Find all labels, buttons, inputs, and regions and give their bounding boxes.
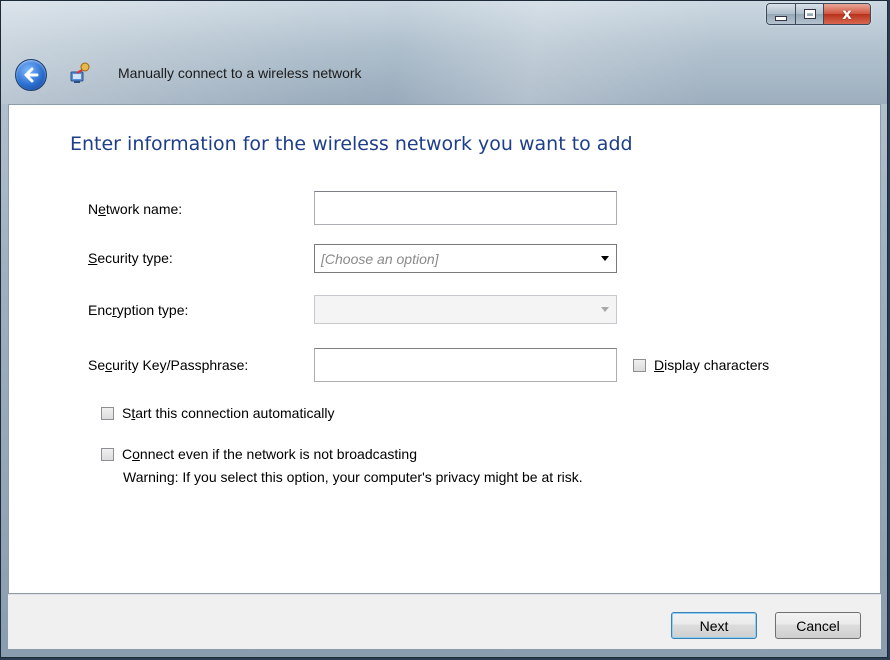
encryption-type-label: Encryption type: bbox=[88, 302, 189, 318]
security-type-select[interactable]: [Choose an option] bbox=[314, 244, 617, 273]
caption-buttons: x bbox=[766, 3, 871, 25]
network-name-label: Network name: bbox=[88, 201, 183, 217]
security-key-input[interactable] bbox=[314, 348, 617, 382]
security-key-label: Security Key/Passphrase: bbox=[88, 357, 249, 373]
title-bar: x Manually connect to a wireless network bbox=[1, 1, 887, 104]
display-characters-label[interactable]: Display characters bbox=[654, 357, 769, 373]
close-icon: x bbox=[842, 4, 852, 23]
start-automatically-label[interactable]: Start this connection automatically bbox=[122, 405, 334, 421]
privacy-warning-text: Warning: If you select this option, your… bbox=[123, 469, 583, 485]
next-button[interactable]: Next bbox=[671, 612, 757, 639]
wizard-footer: Next Cancel bbox=[8, 594, 881, 649]
dropdown-arrow-icon bbox=[594, 307, 616, 312]
back-button[interactable] bbox=[15, 59, 47, 91]
dropdown-arrow-icon bbox=[594, 256, 616, 261]
page-heading: Enter information for the wireless netwo… bbox=[70, 133, 633, 155]
back-arrow-icon bbox=[24, 67, 39, 83]
start-automatically-checkbox[interactable] bbox=[101, 407, 114, 420]
display-characters-checkbox[interactable] bbox=[633, 359, 646, 372]
connect-not-broadcasting-checkbox[interactable] bbox=[101, 448, 114, 461]
maximize-icon bbox=[803, 9, 816, 19]
security-type-value: [Choose an option] bbox=[321, 250, 439, 267]
cancel-button[interactable]: Cancel bbox=[775, 612, 861, 639]
security-type-label: Security type: bbox=[88, 250, 173, 266]
minimize-icon bbox=[775, 15, 787, 21]
encryption-type-select[interactable] bbox=[314, 295, 617, 324]
window-title: Manually connect to a wireless network bbox=[118, 65, 362, 81]
close-button[interactable]: x bbox=[824, 4, 870, 24]
network-name-input[interactable] bbox=[314, 191, 617, 225]
minimize-button[interactable] bbox=[767, 4, 796, 24]
wizard-window: x Manually connect to a wireless network… bbox=[0, 0, 888, 658]
maximize-button[interactable] bbox=[796, 4, 824, 24]
connect-not-broadcasting-label[interactable]: Connect even if the network is not broad… bbox=[122, 446, 417, 462]
content-panel: Enter information for the wireless netwo… bbox=[8, 104, 881, 594]
wireless-network-icon bbox=[70, 62, 90, 83]
